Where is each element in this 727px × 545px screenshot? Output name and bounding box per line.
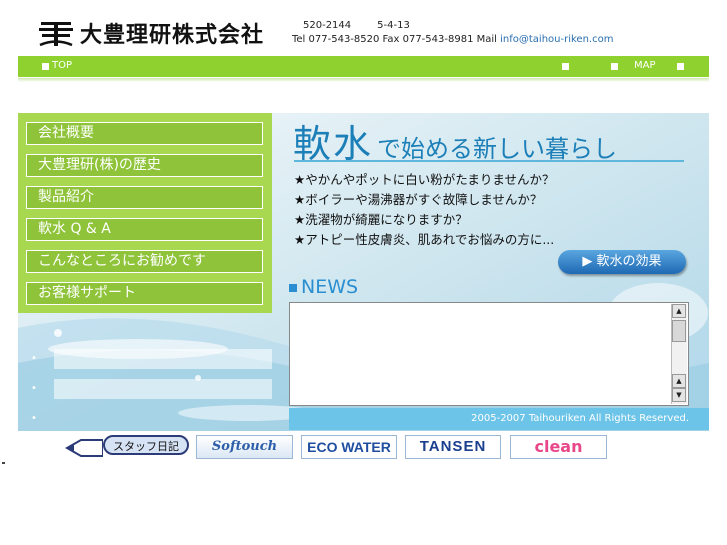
- square-bullet-icon: [42, 63, 49, 70]
- main-panel: 会社概要 大豊理研(株)の歴史 製品紹介 軟水 Q & A こんなところにお勧め…: [18, 113, 709, 470]
- edge-marker: [2, 462, 5, 464]
- phone-fax-text: Tel 077-543-8520 Fax 077-543-8981 Mail: [292, 34, 501, 45]
- news-heading: NEWS: [289, 276, 358, 298]
- tansen-banner[interactable]: TANSEN: [405, 435, 501, 459]
- square-bullet-icon: [562, 63, 569, 70]
- feature-item: ★ボイラーや湯沸器がすぐ故障しませんか？: [294, 192, 543, 207]
- staff-diary-label: スタッフ日記: [103, 435, 189, 455]
- staff-diary-banner[interactable]: スタッフ日記: [65, 435, 192, 459]
- sidebar-link-bar[interactable]: [54, 379, 272, 399]
- sidebar-item-company[interactable]: 会社概要: [26, 122, 263, 145]
- softouch-banner[interactable]: Softouch: [196, 435, 293, 459]
- nav-divider: [18, 78, 709, 82]
- postal-code: 520-2144: [303, 20, 352, 31]
- scroll-down-arrow-icon[interactable]: ▼: [672, 388, 686, 402]
- scroll-up-arrow-icon[interactable]: ▲: [672, 304, 686, 318]
- news-scrollbar[interactable]: ▲ ▲ ▼: [671, 304, 687, 404]
- bullet-icon: •: [31, 383, 37, 394]
- partner-banner-row: スタッフ日記 Softouch ECO WATER TANSEN clean: [18, 431, 709, 470]
- company-logo[interactable]: 大豊理研株式会社: [38, 16, 266, 50]
- news-frame[interactable]: ▲ ▲ ▼: [289, 302, 689, 406]
- nav-map-link[interactable]: MAP: [634, 60, 656, 71]
- sidebar-item-qa[interactable]: 軟水 Q & A: [26, 218, 263, 241]
- scroll-thumb[interactable]: [672, 320, 686, 342]
- headline-underline: [294, 160, 684, 162]
- feature-item: ★やかんやポットに白い粉がたまりませんか？: [294, 172, 555, 187]
- street-address: 5-4-13: [377, 20, 410, 31]
- sidebar-menu: 会社概要 大豊理研(株)の歴史 製品紹介 軟水 Q & A こんなところにお勧め…: [18, 113, 272, 313]
- headline-text: で始める新しい暮らし: [377, 135, 618, 163]
- sidebar-item-history[interactable]: 大豊理研(株)の歴史: [26, 154, 263, 177]
- news-title: NEWS: [301, 276, 359, 298]
- address-line: 520-2144 5-4-13: [303, 20, 436, 31]
- top-nav-bar: TOP MAP: [18, 56, 709, 77]
- feature-item: ★洗濯物が綺麗になりますか？: [294, 212, 468, 227]
- company-name: 大豊理研株式会社: [80, 23, 265, 48]
- email-link[interactable]: info@taihou-riken.com: [500, 34, 613, 45]
- softwater-effect-button[interactable]: ▶ 軟水の効果: [558, 250, 686, 274]
- sidebar-item-recommend[interactable]: こんなところにお勧めです: [26, 250, 263, 273]
- company-emblem-icon: [39, 22, 73, 47]
- ecowater-banner[interactable]: ECO WATER: [301, 435, 397, 459]
- scroll-up-arrow-icon[interactable]: ▲: [672, 374, 686, 388]
- nav-top-link[interactable]: TOP: [52, 60, 72, 71]
- sidebar-item-products[interactable]: 製品紹介: [26, 186, 263, 209]
- sidebar-item-support[interactable]: お客様サポート: [26, 282, 263, 305]
- sidebar-link-bar[interactable]: [54, 349, 272, 369]
- bullet-icon: •: [31, 353, 37, 364]
- square-bullet-icon: [611, 63, 618, 70]
- pencil-icon: [65, 439, 103, 457]
- bullet-icon: •: [31, 413, 37, 424]
- contact-line: Tel 077-543-8520 Fax 077-543-8981 Mail i…: [292, 34, 613, 45]
- copyright-bar: 2005-2007 Taihouriken All Rights Reserve…: [289, 408, 709, 430]
- square-bullet-icon: [289, 283, 297, 292]
- square-bullet-icon: [677, 63, 684, 70]
- clean-banner[interactable]: clean: [510, 435, 607, 459]
- feature-item: ★アトピー性皮膚炎、肌あれでお悩みの方に...: [294, 232, 555, 247]
